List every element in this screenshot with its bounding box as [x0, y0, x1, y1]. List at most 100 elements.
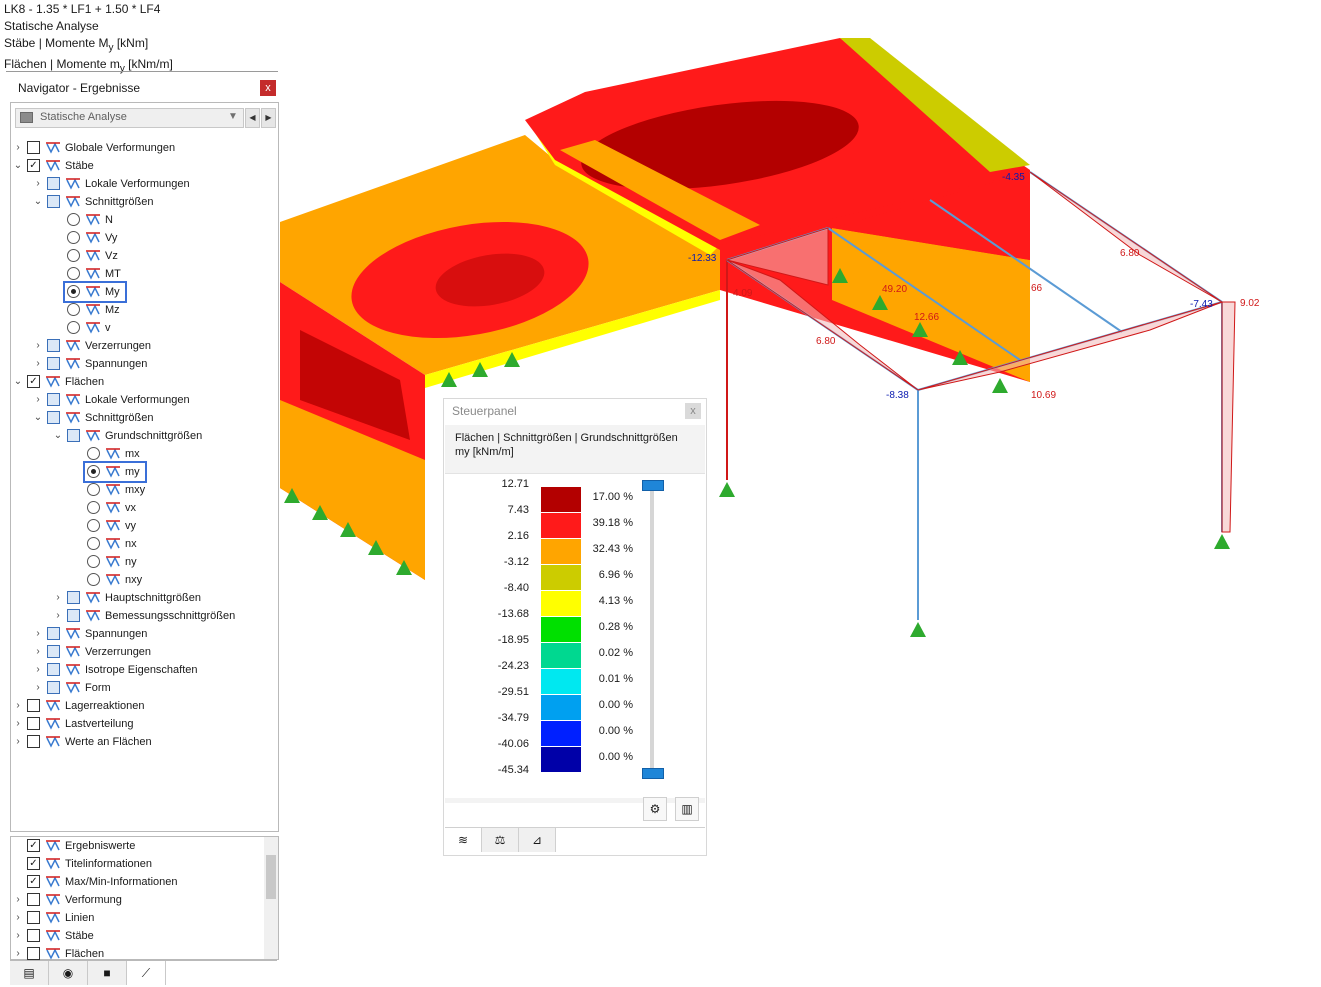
tree-item-lastverteilung[interactable]: › Lastverteilung: [11, 715, 261, 733]
chevron-right-icon[interactable]: ›: [53, 607, 63, 625]
radio-button[interactable]: [67, 249, 80, 262]
chevron-down-icon[interactable]: ▼: [228, 111, 238, 122]
display-option-verformung[interactable]: › Verformung: [11, 891, 261, 909]
checkbox[interactable]: [27, 735, 40, 748]
radio-button[interactable]: [87, 501, 100, 514]
checkbox[interactable]: [27, 893, 40, 906]
tree-item-lokale-verformungen[interactable]: › Lokale Verformungen: [11, 391, 261, 409]
radio-button[interactable]: [67, 303, 80, 316]
tree-item-isotrope-eigenschaften[interactable]: › Isotrope Eigenschaften: [11, 661, 261, 679]
tree-item-spannungen[interactable]: › Spannungen: [11, 625, 261, 643]
tree-item-bemessungsschnittgrößen[interactable]: › Bemessungsschnittgrößen: [11, 607, 261, 625]
checkbox[interactable]: [47, 177, 60, 190]
chevron-right-icon[interactable]: ›: [33, 643, 43, 661]
checkbox[interactable]: [47, 645, 60, 658]
radio-button[interactable]: [67, 321, 80, 334]
display-option-max-min-informationen[interactable]: ✓ Max/Min-Informationen: [11, 873, 261, 891]
tree-item-lokale-verformungen[interactable]: › Lokale Verformungen: [11, 175, 261, 193]
previous-icon[interactable]: ◀: [245, 108, 260, 128]
legend-slider-max-handle[interactable]: [642, 480, 664, 491]
legend-color-scale-icon[interactable]: ▥: [675, 797, 699, 821]
chevron-right-icon[interactable]: ›: [13, 909, 23, 927]
checkbox[interactable]: [47, 339, 60, 352]
radio-button[interactable]: [67, 231, 80, 244]
checkbox[interactable]: [47, 195, 60, 208]
legend-settings-icon[interactable]: ⚙: [643, 797, 667, 821]
tab-filter-icon[interactable]: ⊿: [519, 828, 556, 852]
checkbox[interactable]: ✓: [27, 375, 40, 388]
checkbox[interactable]: [47, 411, 60, 424]
control-panel-close-button[interactable]: x: [685, 403, 701, 419]
next-icon[interactable]: ▶: [261, 108, 276, 128]
tab-balance-icon[interactable]: ⚖: [482, 828, 519, 852]
radio-button[interactable]: [67, 267, 80, 280]
checkbox[interactable]: [67, 591, 80, 604]
chevron-down-icon[interactable]: ⌄: [33, 193, 43, 211]
chevron-right-icon[interactable]: ›: [13, 733, 23, 751]
tab-color-scale-icon[interactable]: ≋: [445, 828, 482, 852]
checkbox[interactable]: ✓: [27, 875, 40, 888]
chevron-down-icon[interactable]: ⌄: [53, 427, 63, 445]
radio-button[interactable]: [87, 555, 100, 568]
checkbox[interactable]: [47, 393, 60, 406]
tree-item-my[interactable]: My: [11, 283, 261, 301]
chevron-right-icon[interactable]: ›: [13, 715, 23, 733]
checkbox[interactable]: ✓: [27, 159, 40, 172]
radio-button[interactable]: [87, 519, 100, 532]
tree-item-werte-an-flächen[interactable]: › Werte an Flächen: [11, 733, 261, 751]
tree-item-nxy[interactable]: nxy: [11, 571, 261, 589]
checkbox[interactable]: [47, 663, 60, 676]
chevron-right-icon[interactable]: ›: [33, 661, 43, 679]
checkbox[interactable]: [27, 929, 40, 942]
chevron-right-icon[interactable]: ›: [33, 355, 43, 373]
radio-button[interactable]: [87, 573, 100, 586]
radio-button[interactable]: [87, 447, 100, 460]
radio-button[interactable]: [87, 537, 100, 550]
checkbox[interactable]: [27, 717, 40, 730]
display-option-ergebniswerte[interactable]: ✓ Ergebniswerte: [11, 837, 261, 855]
display-option-linien[interactable]: › Linien: [11, 909, 261, 927]
tree-item-hauptschnittgrößen[interactable]: › Hauptschnittgrößen: [11, 589, 261, 607]
tree-item-form[interactable]: › Form: [11, 679, 261, 697]
tree-item-verzerrungen[interactable]: › Verzerrungen: [11, 643, 261, 661]
tree-item-vy[interactable]: Vy: [11, 229, 261, 247]
tree-item-stäbe[interactable]: ⌄ ✓ Stäbe: [11, 157, 261, 175]
chevron-right-icon[interactable]: ›: [13, 927, 23, 945]
tree-item-spannungen[interactable]: › Spannungen: [11, 355, 261, 373]
tree-item-globale-verformungen[interactable]: › Globale Verformungen: [11, 139, 261, 157]
tab-results-icon[interactable]: ⟋: [127, 961, 166, 985]
tree-item-lagerreaktionen[interactable]: › Lagerreaktionen: [11, 697, 261, 715]
tree-item-vx[interactable]: vx: [11, 499, 261, 517]
display-option-titelinformationen[interactable]: ✓ Titelinformationen: [11, 855, 261, 873]
tree-item-mz[interactable]: Mz: [11, 301, 261, 319]
checkbox[interactable]: [47, 627, 60, 640]
radio-button[interactable]: [87, 483, 100, 496]
checkbox[interactable]: [27, 911, 40, 924]
checkbox[interactable]: ✓: [27, 839, 40, 852]
checkbox[interactable]: [67, 429, 80, 442]
chevron-right-icon[interactable]: ›: [33, 679, 43, 697]
chevron-right-icon[interactable]: ›: [33, 175, 43, 193]
chevron-right-icon[interactable]: ›: [33, 625, 43, 643]
chevron-right-icon[interactable]: ›: [13, 697, 23, 715]
checkbox[interactable]: [27, 699, 40, 712]
chevron-down-icon[interactable]: ⌄: [33, 409, 43, 427]
chevron-right-icon[interactable]: ›: [53, 589, 63, 607]
chevron-right-icon[interactable]: ›: [13, 139, 23, 157]
chevron-down-icon[interactable]: ⌄: [13, 373, 23, 391]
checkbox[interactable]: [27, 141, 40, 154]
checkbox[interactable]: [47, 681, 60, 694]
tree-item-mxy[interactable]: mxy: [11, 481, 261, 499]
navigator-close-button[interactable]: x: [260, 80, 276, 96]
radio-button[interactable]: [67, 213, 80, 226]
tree-item-grundschnittgrößen[interactable]: ⌄ Grundschnittgrößen: [11, 427, 261, 445]
tree-item-vz[interactable]: Vz: [11, 247, 261, 265]
display-option-stäbe[interactable]: › Stäbe: [11, 927, 261, 945]
tab-view-icon[interactable]: ◉: [49, 961, 88, 985]
tree-item-mt[interactable]: MT: [11, 265, 261, 283]
tree-item-nx[interactable]: nx: [11, 535, 261, 553]
tree-item-flächen[interactable]: ⌄ ✓ Flächen: [11, 373, 261, 391]
scrollbar-thumb[interactable]: [266, 855, 276, 899]
tree-item-ny[interactable]: ny: [11, 553, 261, 571]
display-options-scrollbar[interactable]: [264, 837, 278, 959]
